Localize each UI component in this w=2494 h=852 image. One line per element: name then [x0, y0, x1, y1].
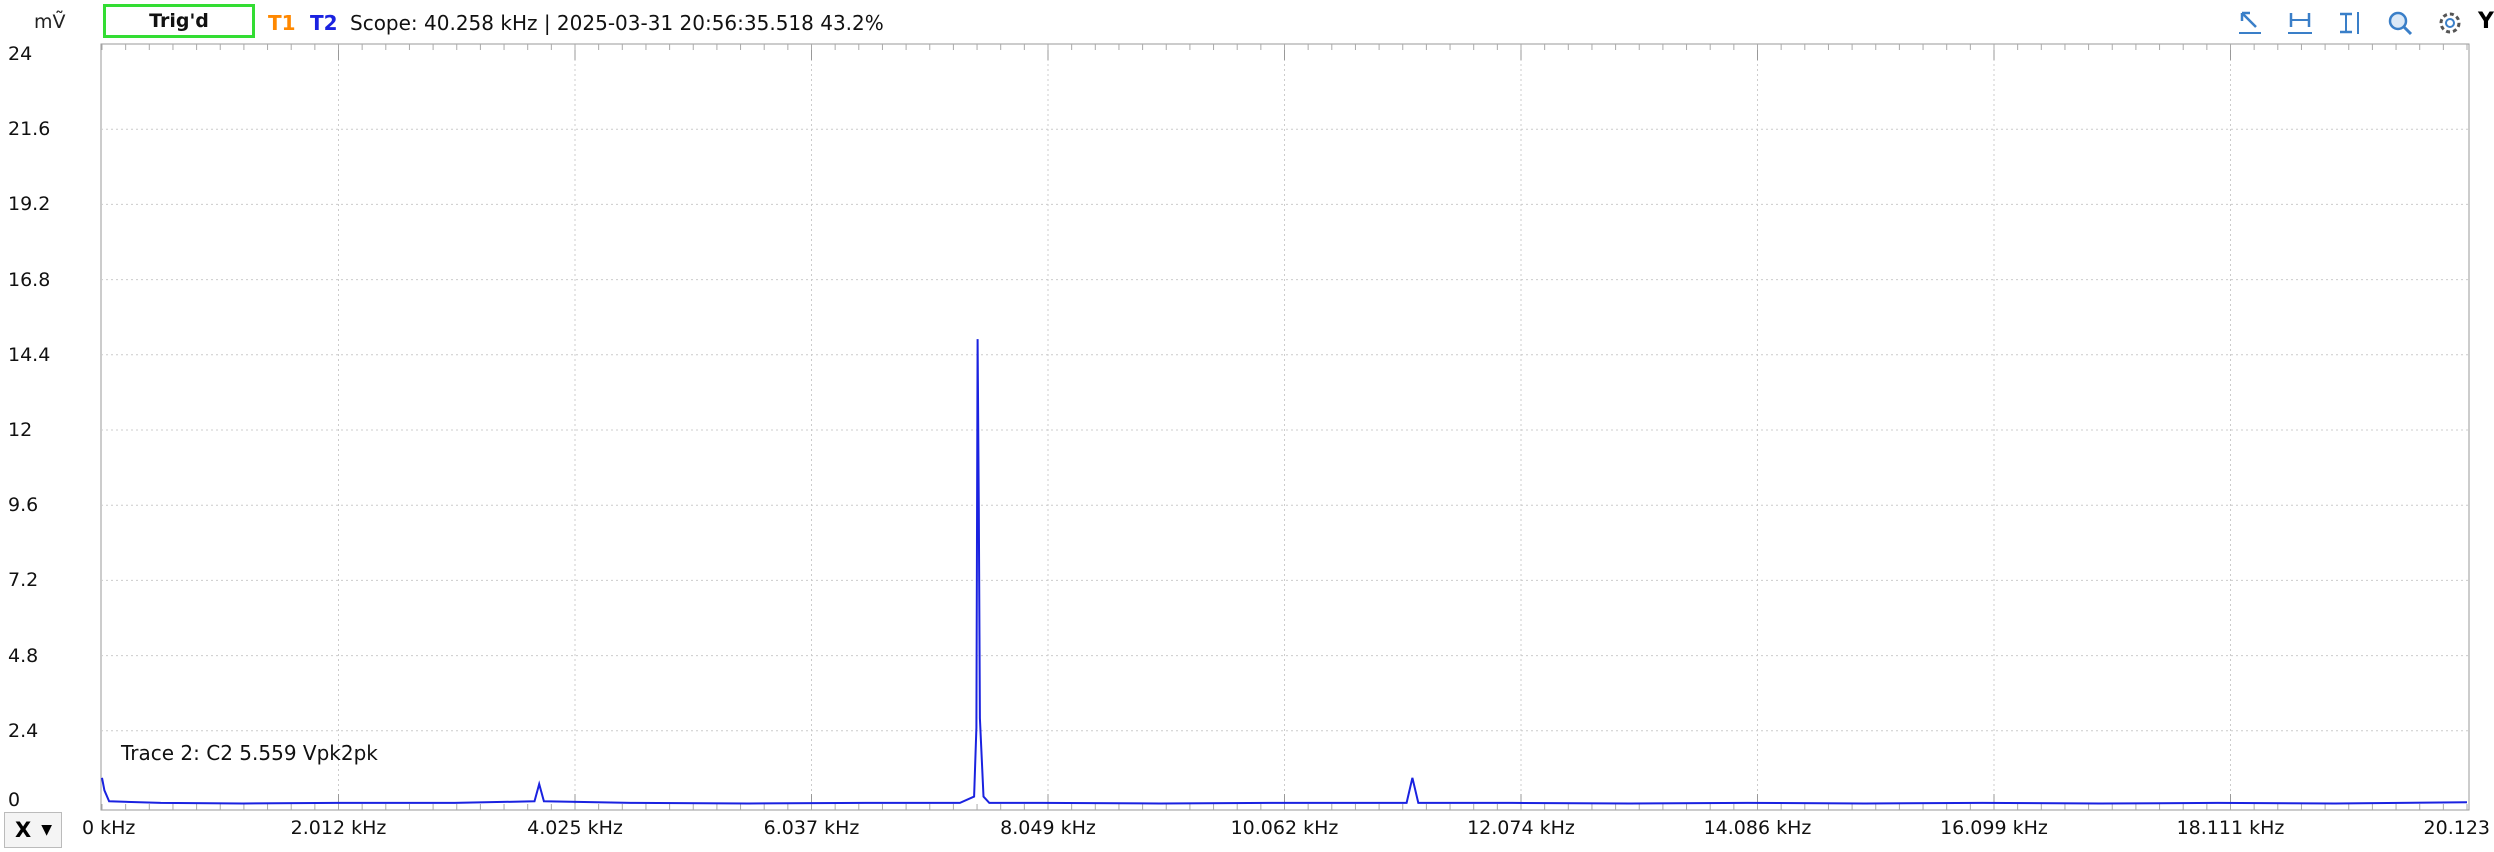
x-tick-label: 0 kHz	[82, 817, 136, 839]
x-tick-label: 8.049 kHz	[1000, 817, 1096, 839]
x-tick-label: 10.062 kHz	[1230, 817, 1339, 839]
y-tick-label: 12	[8, 419, 33, 441]
chevron-down-icon[interactable]: ▼	[41, 822, 52, 838]
x-axis-label: X	[15, 818, 32, 842]
x-tick-label: 12.074 kHz	[1467, 817, 1575, 839]
y-tick-label: 21.6	[8, 118, 51, 141]
x-tick-label: 20.123	[2423, 817, 2490, 839]
y-tick-label: 14.4	[8, 343, 51, 366]
x-tick-label: 6.037 kHz	[763, 817, 860, 839]
y-tick-label: 16.8	[8, 268, 51, 291]
x-tick-label: 4.025 kHz	[527, 817, 623, 839]
y-tick-label: 0	[8, 789, 21, 811]
trace-annotation: Trace 2: C2 5.559 Vpk2pk	[121, 741, 378, 765]
y-tick-label: 2.4	[8, 719, 39, 742]
y-tick-label: 19.2	[8, 193, 51, 216]
y-tick-label: 7.2	[8, 569, 39, 592]
spectrum-chart[interactable]	[0, 0, 2494, 852]
y-tick-label: 24	[8, 43, 33, 65]
x-tick-label: 2.012 kHz	[290, 817, 387, 839]
y-tick-label: 4.8	[8, 644, 39, 667]
x-axis-button[interactable]: X ▼	[4, 812, 62, 848]
x-tick-label: 14.086 kHz	[1703, 817, 1812, 839]
y-tick-label: 9.6	[8, 494, 39, 517]
x-tick-label: 18.111 kHz	[2176, 817, 2285, 839]
x-tick-label: 16.099 kHz	[1940, 817, 2048, 839]
